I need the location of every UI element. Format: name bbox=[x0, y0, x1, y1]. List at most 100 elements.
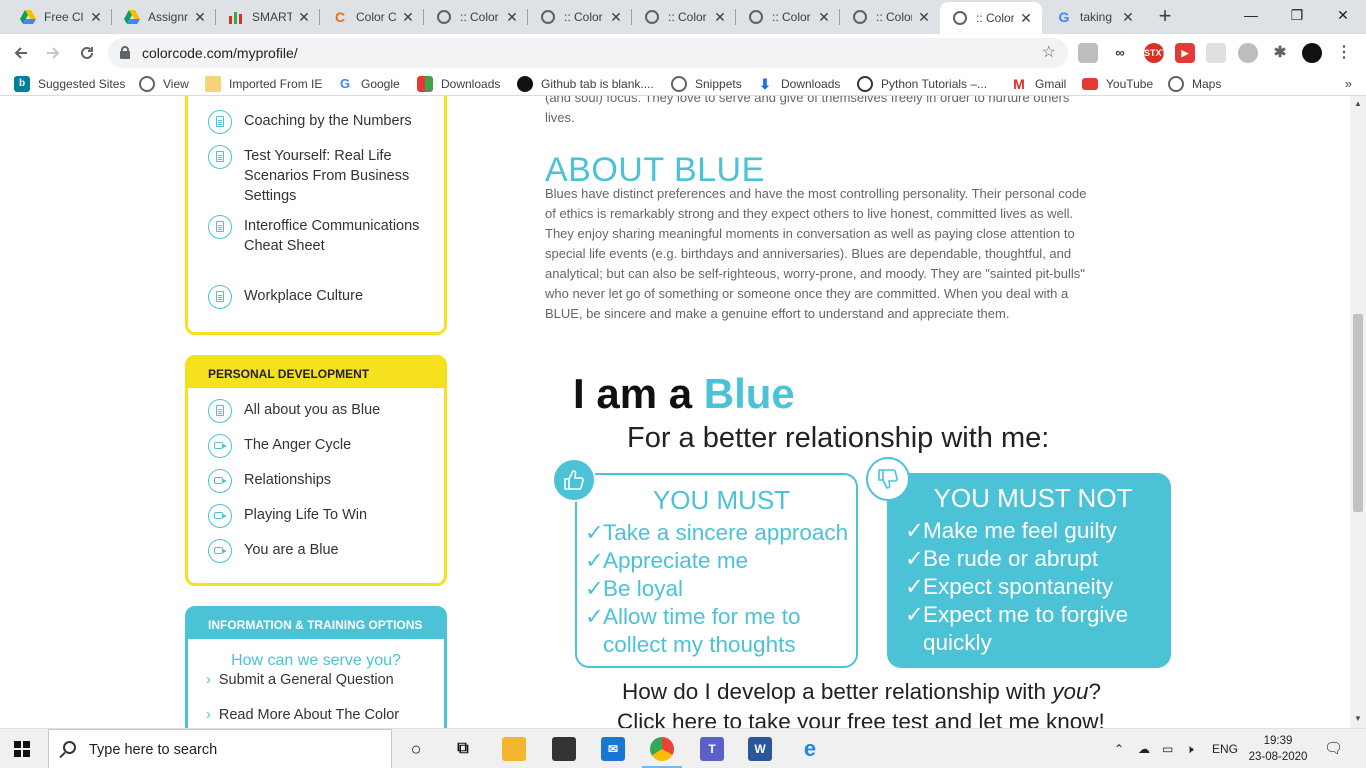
sidebar-item-interoffice[interactable]: Interoffice Communications Cheat Sheet bbox=[208, 215, 428, 256]
language-indicator[interactable]: ENG bbox=[1212, 729, 1238, 768]
sidebar-item-all-about-blue[interactable]: All about you as Blue bbox=[208, 399, 428, 423]
sidebar-item-test-yourself[interactable]: Test Yourself: Real Life Scenarios From … bbox=[208, 145, 428, 206]
tab-close-button[interactable]: ✕ bbox=[1018, 10, 1034, 26]
avatar[interactable] bbox=[1302, 43, 1322, 63]
bookmark-youtube[interactable]: YouTube bbox=[1082, 72, 1153, 96]
tab-color-1[interactable]: :: Color ✕ bbox=[424, 0, 528, 34]
tab-color-3[interactable]: :: Color ✕ bbox=[632, 0, 736, 34]
list-item: ✓Appreciate me bbox=[585, 548, 749, 573]
tab-google-search[interactable]: G taking s ✕ bbox=[1044, 0, 1144, 34]
sidebar-item-you-are-blue[interactable]: You are a Blue bbox=[208, 539, 428, 563]
tab-close-button[interactable]: ✕ bbox=[400, 9, 416, 25]
extension-icon[interactable] bbox=[1078, 43, 1098, 63]
tab-color-4[interactable]: :: Color ✕ bbox=[736, 0, 840, 34]
tab-close-button[interactable]: ✕ bbox=[88, 9, 104, 25]
intro-paragraph: (and soul) focus. They love to serve and… bbox=[545, 96, 1072, 125]
task-view-icon[interactable]: ⧉ bbox=[451, 737, 475, 761]
sidebar-item-coaching[interactable]: Coaching by the Numbers bbox=[208, 110, 428, 134]
link-extension-icon[interactable]: ∞ bbox=[1110, 43, 1130, 63]
scroll-down-arrow-icon[interactable]: ▼ bbox=[1354, 715, 1362, 723]
bookmark-snippets[interactable]: Snippets bbox=[671, 72, 742, 96]
windows-start-icon[interactable] bbox=[14, 741, 30, 757]
bookmark-github[interactable]: Github tab is blank.... bbox=[517, 72, 654, 96]
tab-close-button[interactable]: ✕ bbox=[192, 9, 208, 25]
bookmark-downloads-2[interactable]: ⬇ Downloads bbox=[757, 72, 840, 96]
onedrive-icon[interactable]: ☁ bbox=[1138, 729, 1150, 768]
sidebar-item-label: Playing Life To Win bbox=[244, 507, 368, 523]
tab-close-button[interactable]: ✕ bbox=[1120, 9, 1136, 25]
bookmark-maps[interactable]: Maps bbox=[1168, 72, 1221, 96]
stxt-extension-icon[interactable]: STXT bbox=[1144, 43, 1167, 63]
chrome-icon[interactable] bbox=[650, 737, 674, 761]
bookmark-downloads[interactable]: Downloads bbox=[417, 72, 500, 96]
bookmark-python-tutorials[interactable]: Python Tutorials –... bbox=[857, 72, 987, 96]
taskbar-clock[interactable]: 19:39 23-08-2020 bbox=[1248, 733, 1308, 765]
restore-button[interactable]: ❐ bbox=[1274, 0, 1320, 30]
forward-arrow-icon[interactable] bbox=[40, 40, 66, 66]
reload-icon[interactable] bbox=[74, 40, 100, 66]
tab-free-classes[interactable]: Free Cl ✕ bbox=[8, 0, 112, 34]
minimize-button[interactable]: — bbox=[1228, 0, 1274, 30]
extension-icon[interactable] bbox=[1206, 43, 1226, 63]
tab-color-5[interactable]: :: Color ✕ bbox=[840, 0, 940, 34]
back-arrow-icon[interactable] bbox=[8, 40, 34, 66]
mail-icon[interactable]: ✉ bbox=[601, 737, 625, 761]
sidebar-item-label: Interoffice Communications Cheat Sheet bbox=[244, 218, 420, 254]
tab-assignment[interactable]: Assignr ✕ bbox=[112, 0, 216, 34]
menu-dots-icon[interactable]: ⋮ bbox=[1334, 43, 1354, 63]
sidebar-item-relationships[interactable]: Relationships bbox=[208, 469, 428, 493]
video-icon bbox=[208, 504, 232, 528]
bookmark-star-icon[interactable]: ☆ bbox=[1042, 38, 1056, 68]
close-window-button[interactable]: ✕ bbox=[1320, 0, 1366, 30]
tab-color-active[interactable]: :: Color ✕ bbox=[940, 2, 1042, 34]
tab-colorcode[interactable]: C Color C ✕ bbox=[320, 0, 424, 34]
video-icon bbox=[208, 434, 232, 458]
bookmark-view[interactable]: View bbox=[139, 72, 189, 96]
github-icon bbox=[517, 76, 533, 92]
word-icon[interactable]: W bbox=[748, 737, 772, 761]
sidebar-item-anger-cycle[interactable]: The Anger Cycle bbox=[208, 434, 428, 458]
tab-color-2[interactable]: :: Color ✕ bbox=[528, 0, 632, 34]
screen: Free Cl ✕ Assignr ✕ SMART ✕ C Color C ✕ bbox=[0, 0, 1366, 768]
bookmarks-overflow-button[interactable]: » bbox=[1345, 72, 1352, 96]
youtube-extension-icon[interactable]: ▶ bbox=[1175, 43, 1195, 63]
tab-close-button[interactable]: ✕ bbox=[296, 9, 312, 25]
notifications-icon[interactable]: 🗨 bbox=[1324, 729, 1343, 768]
taskbar-search-box[interactable]: Type here to search bbox=[48, 729, 392, 768]
store-icon[interactable] bbox=[552, 737, 576, 761]
edge-icon[interactable]: e bbox=[798, 737, 822, 761]
cortana-icon[interactable]: ○ bbox=[404, 737, 428, 761]
sidebar-item-workplace-culture[interactable]: Workplace Culture bbox=[208, 285, 428, 309]
tray-chevron-icon[interactable]: ⌃ bbox=[1114, 729, 1124, 768]
url-text[interactable]: colorcode.com/myprofile/ bbox=[142, 38, 298, 68]
file-explorer-icon[interactable] bbox=[502, 737, 526, 761]
teams-icon[interactable]: T bbox=[700, 737, 724, 761]
tab-close-button[interactable]: ✕ bbox=[712, 9, 728, 25]
bookmark-google[interactable]: G Google bbox=[337, 72, 400, 96]
tab-close-button[interactable]: ✕ bbox=[916, 9, 932, 25]
scroll-up-arrow-icon[interactable]: ▲ bbox=[1354, 100, 1362, 108]
bookmark-imported-from-ie[interactable]: Imported From IE bbox=[205, 72, 322, 96]
volume-icon[interactable]: 🕨 bbox=[1186, 729, 1194, 768]
bookmark-gmail[interactable]: M Gmail bbox=[1011, 72, 1066, 96]
bookmark-suggested-sites[interactable]: b Suggested Sites bbox=[14, 72, 125, 96]
tab-close-button[interactable]: ✕ bbox=[816, 9, 832, 25]
puzzle-extensions-icon[interactable]: ✱ bbox=[1270, 43, 1290, 63]
extension-icon[interactable] bbox=[1238, 43, 1258, 63]
globe-icon bbox=[436, 9, 452, 25]
submit-question-link[interactable]: › Submit a General Question bbox=[206, 672, 394, 688]
about-paragraph: Blues have distinct preferences and have… bbox=[545, 186, 1087, 321]
take-test-link[interactable]: Click here to take your free test and le… bbox=[617, 708, 1105, 728]
tab-close-button[interactable]: ✕ bbox=[608, 9, 624, 25]
read-more-color-link[interactable]: › Read More About The Color bbox=[206, 707, 399, 723]
page-scrollbar[interactable]: ▲ ▼ bbox=[1350, 96, 1366, 728]
scrollbar-thumb[interactable] bbox=[1353, 314, 1363, 512]
new-tab-button[interactable]: + bbox=[1153, 5, 1177, 29]
network-icon[interactable]: ▭ bbox=[1162, 729, 1173, 768]
address-bar[interactable]: colorcode.com/myprofile/ ☆ bbox=[108, 38, 1068, 68]
globe-icon bbox=[857, 76, 873, 92]
tab-close-button[interactable]: ✕ bbox=[504, 9, 520, 25]
sidebar-item-playing-life[interactable]: Playing Life To Win bbox=[208, 504, 428, 528]
tab-smart[interactable]: SMART ✕ bbox=[216, 0, 320, 34]
lock-icon bbox=[120, 46, 130, 59]
